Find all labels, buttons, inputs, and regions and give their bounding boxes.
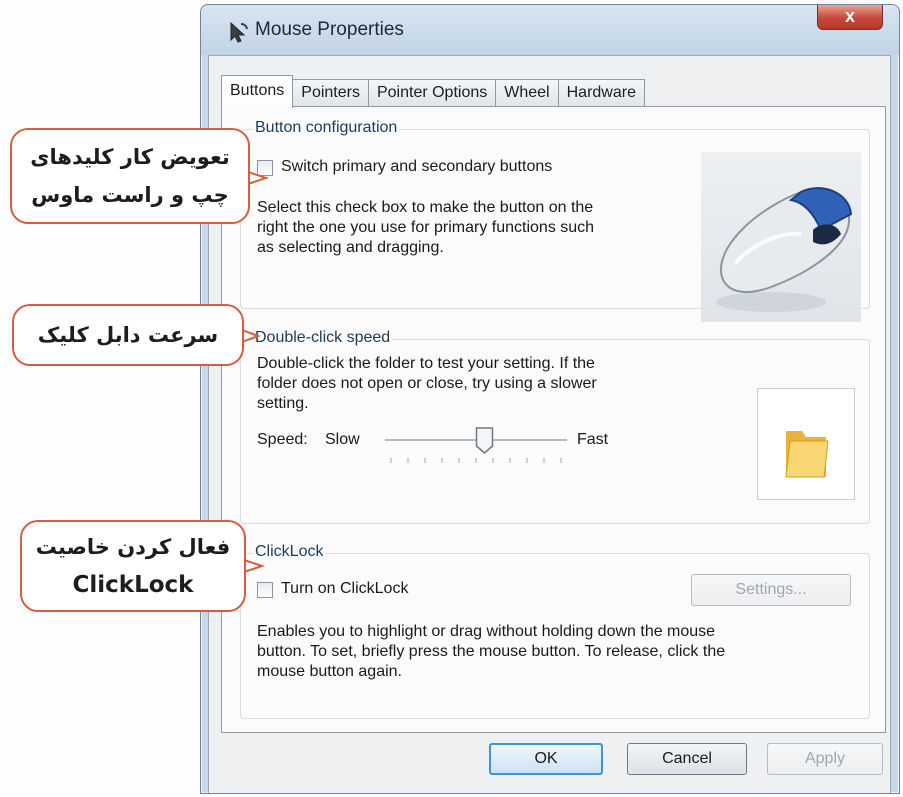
button-configuration-title: Button configuration [253,119,400,137]
clicklock-description-line-3: mouse button again. [257,663,402,680]
callout-double-click-speed: سرعت دابل کلیک [12,304,244,366]
double-click-description-line-3: setting. [257,395,309,412]
slow-label: Slow [325,431,360,448]
fast-label: Fast [577,431,609,448]
mouse-pointer-icon [230,21,248,43]
tab-strip: Buttons Pointers Pointer Options Wheel H… [221,75,645,108]
cancel-button[interactable]: Cancel [627,743,747,775]
callout-switch-buttons: تعویض کار کلیدهای چپ و راست ماوس [10,128,250,224]
clicklock-title: ClickLock [253,543,326,561]
close-button[interactable]: x [817,5,883,30]
dialog-client-area: Buttons Pointers Pointer Options Wheel H… [208,55,891,793]
mouse-properties-window: Mouse Properties x Buttons Pointers Poin… [200,4,900,794]
tab-pointer-options[interactable]: Pointer Options [367,79,497,107]
mouse-illustration-icon [701,152,861,322]
clicklock-settings-button[interactable]: Settings... [691,574,851,606]
tab-pointers[interactable]: Pointers [292,79,369,107]
callout-clicklock: فعال کردن خاصیت ClickLock [20,520,246,612]
double-click-description-line-2: folder does not open or close, try using… [257,375,597,392]
clicklock-label[interactable]: Turn on ClickLock [281,579,408,599]
double-click-speed-title: Double-click speed [253,329,393,347]
slider-thumb[interactable] [475,427,494,454]
double-click-speed-slider[interactable] [381,426,571,466]
callout-switch-buttons-line-2: چپ و راست ماوس [31,183,229,207]
title-bar[interactable]: Mouse Properties x [201,5,899,55]
window-title: Mouse Properties [255,19,404,40]
speed-label: Speed: [257,431,308,448]
button-config-description-line-2: right the one you use for primary functi… [257,219,595,236]
apply-button[interactable]: Apply [767,743,883,775]
ok-button[interactable]: OK [489,743,603,775]
button-configuration-group: Button configuration Switch primary and … [240,119,870,322]
double-click-speed-group: Double-click speed Double-click the fold… [240,329,870,524]
tab-wheel[interactable]: Wheel [495,79,559,107]
clicklock-group: ClickLock Turn on ClickLock Settings... … [240,543,870,719]
test-folder-area[interactable] [757,388,855,500]
button-config-description-line-3: as selecting and dragging. [257,239,444,256]
button-config-description-line-1: Select this check box to make the button… [257,199,594,216]
double-click-description-line-1: Double-click the folder to test your set… [257,355,595,372]
callout-clicklock-line-1: فعال کردن خاصیت [35,535,231,559]
clicklock-checkbox[interactable] [257,582,273,598]
tab-hardware[interactable]: Hardware [557,79,645,107]
switch-buttons-checkbox[interactable] [257,160,273,176]
callout-double-click-speed-line-1: سرعت دابل کلیک [37,323,219,347]
folder-icon[interactable] [782,421,832,481]
slider-ticks [390,458,562,463]
callout-clicklock-line-2: ClickLock [72,572,194,598]
switch-buttons-label[interactable]: Switch primary and secondary buttons [281,157,552,177]
tab-buttons[interactable]: Buttons [221,75,294,108]
callout-switch-buttons-line-1: تعویض کار کلیدهای [30,145,230,169]
clicklock-description-line-1: Enables you to highlight or drag without… [257,623,716,640]
buttons-tab-panel: Button configuration Switch primary and … [221,106,886,733]
clicklock-description-line-2: button. To set, briefly press the mouse … [257,643,726,660]
